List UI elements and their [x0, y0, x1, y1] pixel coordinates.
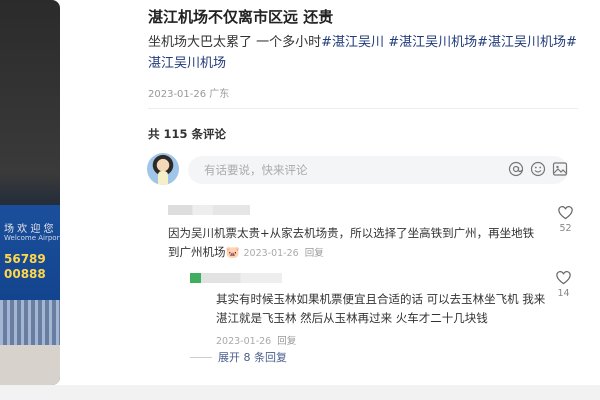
bottom-strip	[0, 385, 600, 400]
heart-icon	[556, 271, 571, 285]
divider	[148, 108, 578, 109]
expand-divider	[190, 356, 212, 358]
comment-count: 共 115 条评论	[148, 127, 227, 141]
like-count: 52	[559, 223, 572, 234]
like-count: 14	[557, 288, 570, 299]
banner-text-welcome-sub: Welcome Airport	[4, 234, 60, 242]
avatar[interactable]	[147, 153, 179, 185]
expand-replies-button[interactable]: 展开 8 条回复	[190, 349, 287, 365]
image-icon[interactable]	[552, 161, 568, 177]
comment-body: 因为吴川机票太贵+从家去机场贵，所以选择了坐高铁到广州，再坐地铁到广州机场	[168, 226, 535, 259]
reply-button[interactable]: 回复	[277, 336, 296, 347]
like-button[interactable]: 14	[556, 271, 571, 299]
banner-text-welcome: 场 欢 迎 您	[4, 224, 54, 235]
hashtag-link[interactable]: #湛江吴川机场	[388, 35, 477, 50]
reply-text: 其实有时候玉林如果机票便宜且合适的话 可以去玉林坐飞机 我来湛江就是飞玉林 然后…	[216, 292, 546, 325]
post-body: 坐机场大巴太累了 一个多小时#湛江吴川 #湛江吴川机场#湛江吴川机场#湛江吴川机…	[148, 32, 578, 74]
banner-phone-2: 00888	[4, 267, 46, 281]
comment-text: 因为吴川机票太贵+从家去机场贵，所以选择了坐高铁到广州，再坐地铁到广州机场🐷 2…	[168, 224, 536, 263]
banner-phone-1: 56789	[4, 252, 46, 266]
terminal-floor	[0, 345, 60, 385]
expand-replies-label: 展开 8 条回复	[218, 351, 287, 364]
post-body-text: 坐机场大巴太累了 一个多小时	[148, 35, 322, 50]
post-date-location: 2023-01-26 广东	[148, 89, 230, 100]
reply-date: 2023-01-26	[216, 336, 272, 347]
heart-icon	[558, 206, 573, 220]
post-photo[interactable]: 场 欢 迎 您 Welcome Airport 56789 00888	[0, 0, 60, 385]
commenter-name-blurred[interactable]	[168, 205, 250, 215]
reply-button[interactable]: 回复	[305, 248, 324, 259]
comment-date: 2023-01-26	[243, 248, 299, 259]
pig-emoji: 🐷	[225, 245, 240, 259]
post-title: 湛江机场不仅离市区远 还贵	[148, 8, 334, 26]
hashtag-link[interactable]: #湛江吴川机场	[477, 35, 566, 50]
at-icon[interactable]	[508, 161, 524, 177]
reply-meta: 2023-01-26 回复	[216, 329, 296, 348]
like-button[interactable]: 52	[558, 206, 573, 234]
emoji-icon[interactable]	[530, 161, 546, 177]
replier-name-blurred[interactable]	[190, 273, 282, 283]
hashtag-link[interactable]: #湛江吴川	[321, 35, 384, 50]
terminal-building	[0, 300, 60, 350]
